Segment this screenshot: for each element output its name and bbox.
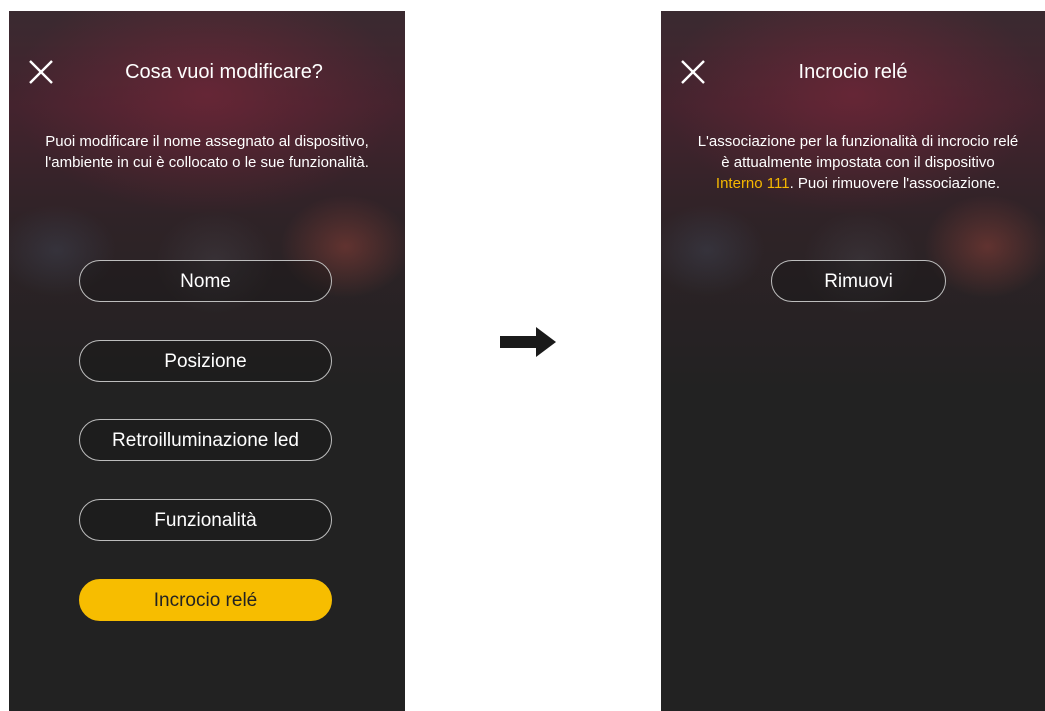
description-line: Interno 111. Puoi rimuovere l'associazio… bbox=[665, 173, 1045, 194]
rimuovi-button[interactable]: Rimuovi bbox=[771, 260, 946, 302]
funzionalita-button[interactable]: Funzionalità bbox=[79, 499, 332, 541]
description-text: Puoi modificare il nome assegnato al dis… bbox=[45, 133, 369, 171]
page-title: Incrocio relé bbox=[798, 61, 908, 83]
device-name-link: Interno 111 bbox=[715, 175, 790, 192]
nome-button[interactable]: Nome bbox=[79, 260, 332, 302]
retroilluminazione-led-button[interactable]: Retroilluminazione led bbox=[79, 419, 332, 461]
incrocio-rele-screen: Incrocio relé L'associazione per la funz… bbox=[661, 11, 1045, 711]
page-title: Cosa vuoi modificare? bbox=[125, 61, 323, 83]
edit-menu-screen: Cosa vuoi modificare? Puoi modificare il… bbox=[9, 11, 405, 711]
description-text: L'associazione per la funzionalità di in… bbox=[661, 131, 1045, 194]
incrocio-rele-button[interactable]: Incrocio relé bbox=[79, 579, 332, 621]
description-line-rest: . Puoi rimuovere l'associazione. bbox=[789, 175, 1001, 192]
posizione-button[interactable]: Posizione bbox=[79, 340, 332, 382]
close-button[interactable] bbox=[27, 58, 55, 86]
arrow-right-icon bbox=[500, 327, 556, 357]
close-icon bbox=[29, 60, 53, 84]
description-line: L'associazione per la funzionalità di in… bbox=[697, 133, 1019, 150]
description-line: è attualmente impostata con il dispositi… bbox=[721, 154, 995, 171]
